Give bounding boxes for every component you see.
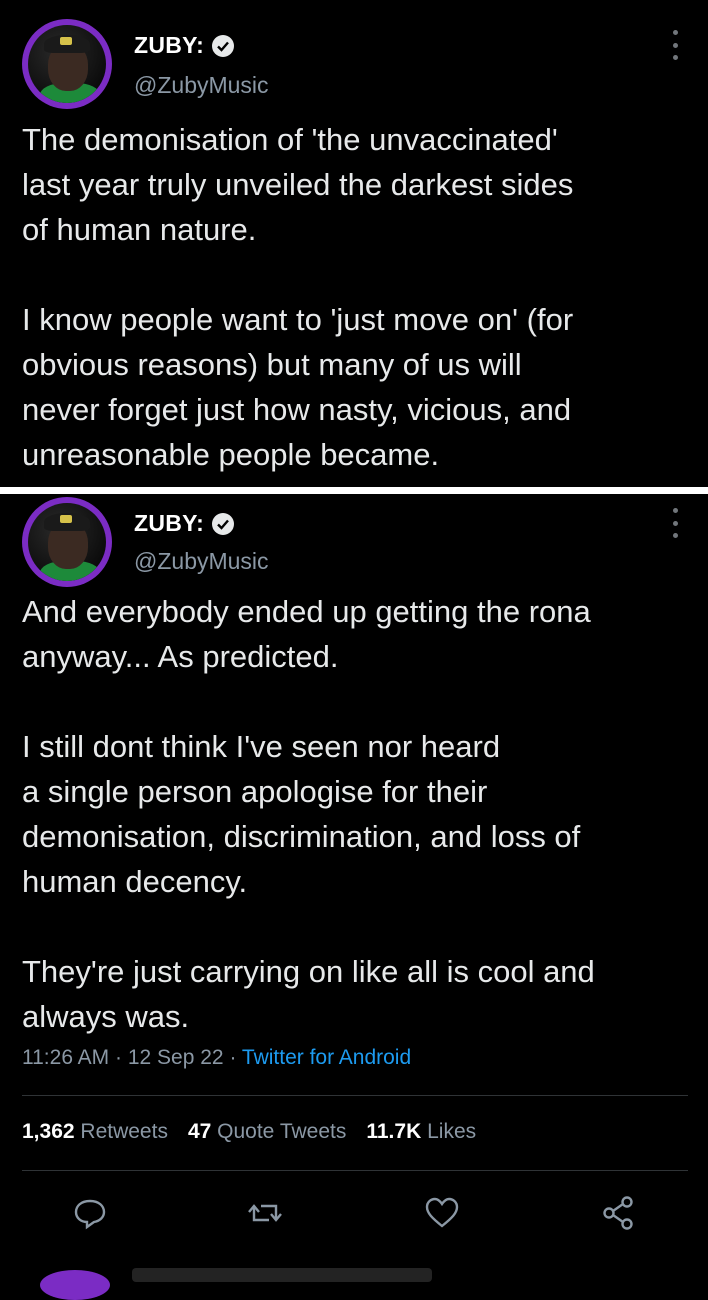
tweet-meta: 11:26 AM · 12 Sep 22 · Twitter for Andro… bbox=[22, 1046, 411, 1070]
more-icon[interactable] bbox=[670, 508, 680, 538]
tweet-text: And everybody ended up getting the rona … bbox=[22, 594, 595, 1034]
quotes-stat[interactable]: 47 Quote Tweets bbox=[188, 1120, 346, 1144]
meta-separator: · bbox=[229, 1046, 242, 1069]
tweet-source-link[interactable]: Twitter for Android bbox=[242, 1046, 411, 1069]
author-handle[interactable]: @ZubyMusic bbox=[134, 548, 269, 575]
retweet-icon[interactable] bbox=[245, 1193, 285, 1233]
tweet-time: 11:26 AM bbox=[22, 1046, 110, 1069]
next-tweet-avatar bbox=[40, 1270, 110, 1300]
likes-stat[interactable]: 11.7K Likes bbox=[366, 1120, 476, 1144]
retweets-label: Retweets bbox=[80, 1120, 168, 1143]
avatar[interactable] bbox=[22, 497, 112, 587]
retweets-count: 1,362 bbox=[22, 1120, 75, 1143]
divider bbox=[22, 1095, 688, 1096]
like-icon[interactable] bbox=[422, 1193, 462, 1233]
tweet-actions bbox=[0, 1193, 708, 1237]
meta-separator: · bbox=[115, 1046, 128, 1069]
share-icon[interactable] bbox=[598, 1193, 638, 1233]
divider bbox=[22, 1170, 688, 1171]
tweet-card[interactable]: ZUBY: @ZubyMusic And everybody ended up … bbox=[0, 0, 708, 1300]
reply-icon[interactable] bbox=[70, 1193, 110, 1233]
tweet-stats: 1,362 Retweets 47 Quote Tweets 11.7K Lik… bbox=[22, 1120, 476, 1144]
quotes-count: 47 bbox=[187, 1120, 212, 1143]
retweets-stat[interactable]: 1,362 Retweets bbox=[22, 1120, 168, 1144]
quotes-label: Quote Tweets bbox=[217, 1120, 347, 1143]
author-name[interactable]: ZUBY: bbox=[134, 510, 204, 537]
likes-count: 11.7K bbox=[366, 1120, 422, 1143]
likes-label: Likes bbox=[427, 1120, 477, 1143]
verified-badge-icon bbox=[212, 512, 235, 535]
tweet-date: 12 Sep 22 bbox=[127, 1046, 224, 1069]
